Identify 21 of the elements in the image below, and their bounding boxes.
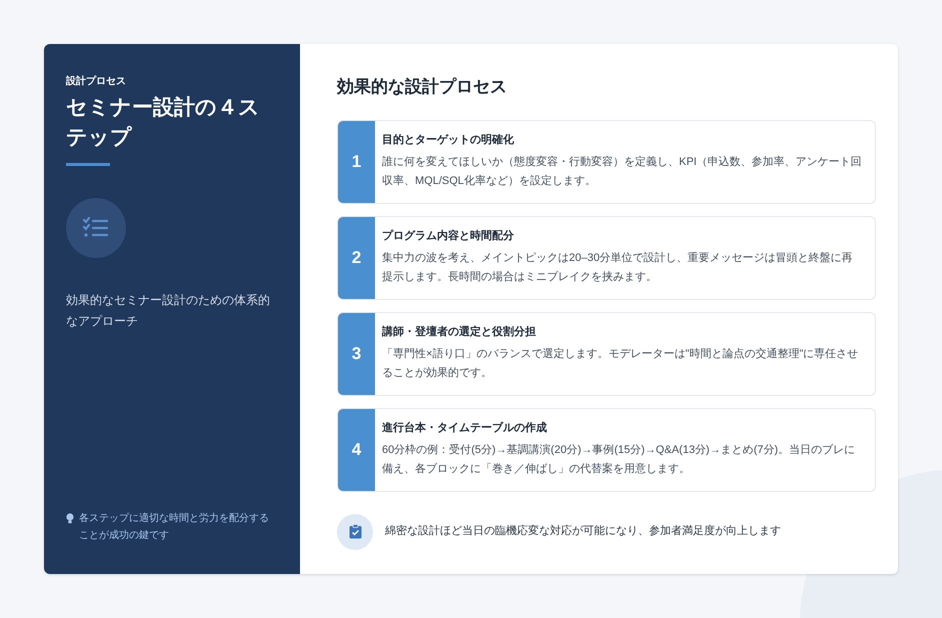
- clipboard-check-icon: [337, 514, 373, 550]
- step-title: プログラム内容と時間配分: [382, 228, 515, 244]
- lightbulb-icon: [66, 513, 74, 524]
- footer-note: 綿密な設計ほど当日の臨機応変な対応が可能になり、参加者満足度が向上します: [385, 524, 781, 540]
- sidebar-tip: 各ステップに適切な時間と労力を配分することが成功の鍵です: [79, 512, 270, 543]
- step-description: 誰に何を変えてほしいか（態度変容・行動変容）を定義し、KPI（申込数、参加率、アンケート回収率、MQL/SQL化率など）を設定します。: [382, 154, 863, 189]
- step-title: 目的とターゲットの明確化: [382, 133, 515, 148]
- sidebar-title: セミナー設計の４ステップ: [66, 95, 261, 151]
- step-number: 4: [338, 408, 375, 490]
- sidebar-description: 効果的なセミナー設計のための体系的なアプローチ: [66, 292, 271, 330]
- main-heading: 効果的な設計プロセス: [337, 76, 508, 98]
- sidebar-eyebrow: 設計プロセス: [66, 74, 127, 89]
- step-title: 講師・登壇者の選定と役割分担: [382, 324, 537, 340]
- step-description: 「専門性×語り口」のバランスで選定します。モデレーターは"時間と論点の交通整理"に専任させることが効果的です。: [382, 346, 860, 381]
- step-title: 進行台本・タイムテーブルの作成: [382, 420, 548, 436]
- step-description: 集中力の波を考え、メイントピックは20–30分単位で設計し、重要メッセージは冒頭と終盤に再提示します。長時間の場合はミニブレイクを挟みます。: [382, 250, 854, 285]
- step-number: 1: [338, 120, 375, 202]
- step-number: 3: [338, 312, 375, 394]
- step-number: 2: [338, 216, 375, 298]
- title-underline: [66, 163, 110, 166]
- step-description: 60分枠の例：受付(5分)→基調講演(20分)→事例(15分)→Q&A(13分)→まとめ(7分)。当日のブレに備え、各ブロックに「巻き／伸ばし」の代替案を用意します。: [382, 442, 856, 477]
